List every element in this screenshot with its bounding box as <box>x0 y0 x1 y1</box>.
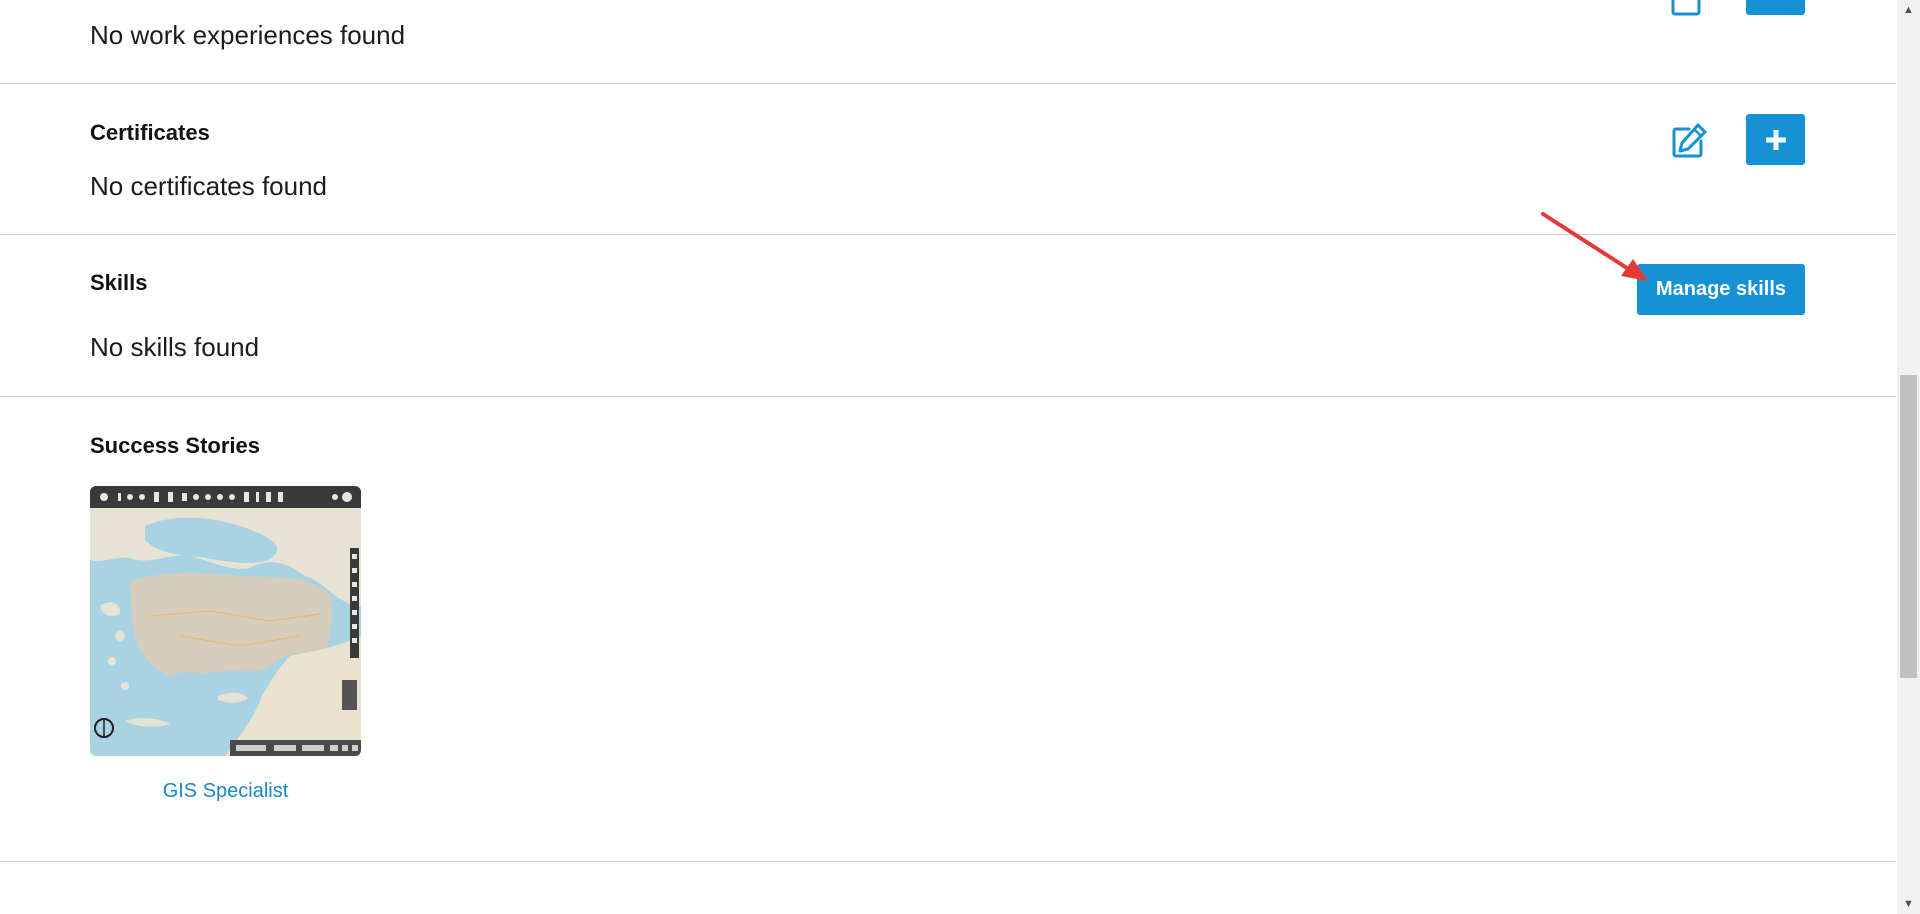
work-edit-icon[interactable] <box>1669 0 1709 18</box>
scroll-up-icon[interactable]: ▲ <box>1897 0 1920 20</box>
story-thumbnail-map[interactable] <box>90 486 361 756</box>
work-experience-section: No work experiences found <box>0 0 1895 84</box>
success-stories-section: Success Stories GIS Specialist <box>0 397 1895 862</box>
scroll-thumb[interactable] <box>1900 375 1917 678</box>
certificates-add-button[interactable] <box>1746 114 1805 165</box>
certificates-empty-text: No certificates found <box>90 171 328 201</box>
work-add-button[interactable] <box>1746 0 1805 15</box>
plus-icon <box>1765 129 1786 150</box>
vertical-scrollbar[interactable]: ▲ ▼ <box>1897 0 1920 914</box>
skills-empty-text: No skills found <box>90 332 260 362</box>
certificates-section: Certificates No certificates found <box>0 84 1895 235</box>
profile-page: No work experiences found Certificates N… <box>0 0 1895 914</box>
scroll-down-icon[interactable]: ▼ <box>1897 894 1920 914</box>
skills-section: Skills No skills found Manage skills <box>0 235 1895 397</box>
certificates-title: Certificates <box>90 120 210 145</box>
manage-skills-button[interactable]: Manage skills <box>1637 264 1805 315</box>
work-empty-text: No work experiences found <box>90 20 406 50</box>
skills-title: Skills <box>90 270 148 295</box>
success-stories-title: Success Stories <box>90 433 260 458</box>
story-card: GIS Specialist <box>90 486 361 803</box>
story-link-gis-specialist[interactable]: GIS Specialist <box>90 780 361 803</box>
certificates-edit-icon[interactable] <box>1669 121 1709 161</box>
